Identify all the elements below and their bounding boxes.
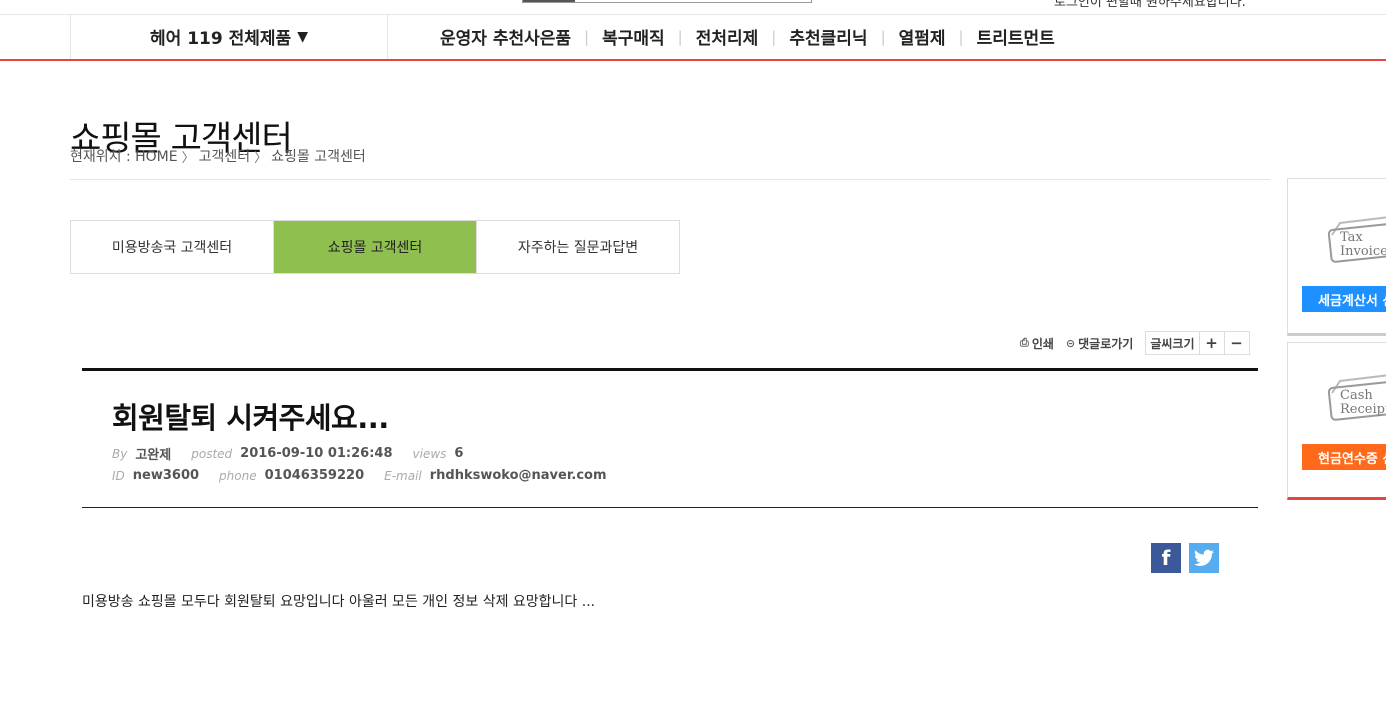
nav-separator: | [677, 27, 683, 46]
all-products-menu[interactable]: 헤어 119 전체제품 ▼ [70, 14, 388, 59]
comment-icon: ⊝ [1065, 336, 1076, 350]
divider [70, 179, 1270, 180]
nav-separator: | [584, 27, 590, 46]
views-label: views [412, 446, 447, 461]
tab-faq[interactable]: 자주하는 질문과답변 [477, 221, 679, 273]
tax-card-text: Tax Invoice [1340, 230, 1386, 259]
id-label: ID [112, 468, 125, 483]
phone-label: phone [219, 468, 257, 483]
tab-broadcast-support[interactable]: 미용방송국 고객센터 [71, 221, 274, 273]
search-button-edge[interactable] [523, 0, 575, 2]
twitter-share-button[interactable] [1189, 543, 1219, 573]
print-button[interactable]: ⎙ 인쇄 [1020, 335, 1054, 352]
triangle-down-icon: ▼ [297, 28, 308, 45]
breadcrumb: 현재위치 : HOME 〉 고객센터 〉 쇼핑몰 고객센터 [70, 146, 366, 166]
breadcrumb-customer-center[interactable]: 고객센터 [199, 146, 251, 166]
tab-shop-support[interactable]: 쇼핑몰 고객센터 [274, 221, 477, 273]
font-size-control: 글씨크기 + − [1145, 331, 1250, 355]
font-size-label: 글씨크기 [1146, 332, 1200, 354]
post-bottom-rule [82, 507, 1258, 508]
tax-invoice-button[interactable]: 세금계산서 신 [1302, 286, 1386, 312]
post-meta-primary: By 고완제 posted 2016-09-10 01:26:48 views … [112, 444, 483, 463]
font-decrease-button[interactable]: − [1225, 332, 1249, 354]
top-notice-text: 로그인이 편할때 원하주세요합니다. [1054, 0, 1246, 10]
nav-item-heat-perm[interactable]: 열펌제 [899, 24, 946, 49]
post-user-id: new3600 [132, 468, 200, 483]
nav-item-treatment[interactable]: 트리트먼트 [977, 24, 1055, 49]
post-author: 고완제 [135, 448, 172, 463]
nav-item-restore-magic[interactable]: 복구매직 [602, 24, 665, 49]
nav-separator: | [880, 27, 886, 46]
breadcrumb-current: 쇼핑몰 고객센터 [271, 149, 366, 165]
tab-bar: 미용방송국 고객센터 쇼핑몰 고객센터 자주하는 질문과답변 [70, 220, 680, 274]
chevron-right-icon: 〉 [254, 150, 268, 166]
main-nav: 헤어 119 전체제품 ▼ 운영자 추천사은품 | 복구매직 | 전처리제 | … [0, 14, 1386, 61]
nav-separator: | [771, 27, 777, 46]
post-body: 미용방송 쇼핑몰 모두다 회원탈퇴 요망입니다 아울러 모든 개인 정보 삭제 … [82, 594, 596, 610]
email-label: E-mail [384, 468, 422, 483]
category-menu: 운영자 추천사은품 | 복구매직 | 전처리제 | 추천클리닉 | 열펌제 | … [440, 14, 1055, 59]
nav-item-recommended-gifts[interactable]: 운영자 추천사은품 [440, 24, 571, 49]
breadcrumb-home[interactable]: 현재위치 : HOME [70, 146, 178, 166]
print-label: 인쇄 [1031, 336, 1054, 351]
font-increase-button[interactable]: + [1200, 332, 1225, 354]
post-title: 회원탈퇴 시켜주세요... [112, 401, 389, 435]
facebook-icon: f [1161, 546, 1171, 570]
top-strip: 로그인이 편할때 원하주세요합니다. [0, 0, 1386, 15]
chevron-right-icon: 〉 [181, 150, 195, 166]
post-email: rhdhkswoko@naver.com [429, 468, 607, 483]
cash-receipt-button[interactable]: 현금연수증 신 [1302, 444, 1386, 470]
nav-item-pretreatment[interactable]: 전처리제 [696, 24, 759, 49]
go-comments-button[interactable]: ⊝ 댓글로가기 [1066, 335, 1133, 352]
printer-icon: ⎙ [1020, 336, 1029, 349]
cash-receipt-banner[interactable]: Cash Receipt 현금연수증 신 [1287, 342, 1386, 500]
nav-item-clinic[interactable]: 추천클리닉 [789, 24, 867, 49]
twitter-icon [1194, 549, 1214, 566]
post-phone: 01046359220 [264, 468, 365, 483]
facebook-share-button[interactable]: f [1151, 543, 1181, 573]
comment-label: 댓글로가기 [1078, 336, 1134, 351]
share-buttons: f [1151, 543, 1219, 573]
by-label: By [112, 446, 128, 461]
search-box-edge[interactable] [522, 0, 812, 3]
post-tools: ⎙ 인쇄 ⊝ 댓글로가기 글씨크기 + − [1020, 331, 1250, 355]
post-meta-secondary: ID new3600 phone 01046359220 E-mail rhdh… [112, 468, 627, 483]
posted-label: posted [191, 446, 233, 461]
post-date: 2016-09-10 01:26:48 [240, 446, 393, 461]
nav-separator: | [958, 27, 964, 46]
post-top-rule [82, 368, 1258, 371]
all-products-label: 헤어 119 전체제품 [150, 29, 292, 49]
post-views: 6 [454, 446, 464, 461]
tax-invoice-banner[interactable]: Tax Invoice 세금계산서 신 [1287, 178, 1386, 336]
cash-card-text: Cash Receipt [1340, 388, 1386, 417]
